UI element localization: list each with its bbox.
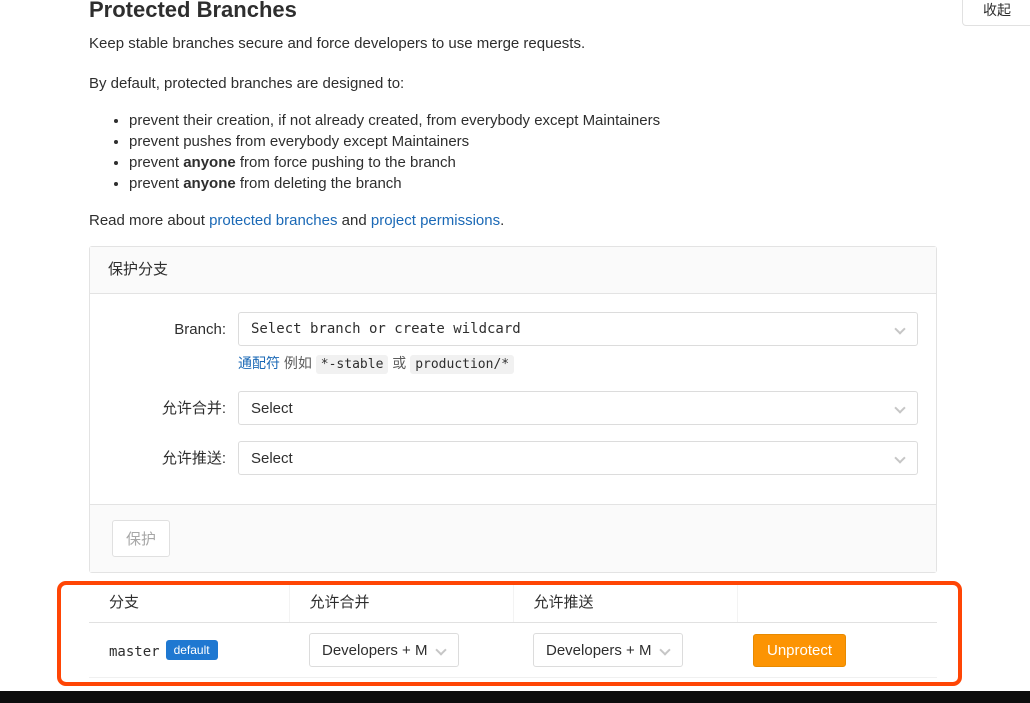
panel-header: 保护分支 [90,247,936,294]
allowed-to-push-label: 允许推送: [108,441,238,475]
bullet-item: prevent their creation, if not already c… [129,110,937,131]
chevron-down-icon [659,644,670,655]
intro-text: By default, protected branches are desig… [89,74,937,94]
section-subtitle: Keep stable branches secure and force de… [89,34,937,54]
allowed-to-push-select[interactable]: Select [238,441,918,475]
unprotect-button[interactable]: Unprotect [753,634,846,667]
branch-form-row: Branch: Select branch or create wildcard… [108,312,918,375]
allowed-to-push-form-row: 允许推送: Select [108,441,918,475]
wildcard-example-code: production/* [410,355,514,374]
chevron-down-icon [894,323,905,334]
bullet-item: prevent pushes from everybody except Mai… [129,131,937,152]
allowed-to-merge-form-row: 允许合并: Select [108,391,918,425]
branch-select[interactable]: Select branch or create wildcard [238,312,918,346]
table-header-row: 分支 允许合并 允许推送 [89,583,937,623]
page-title: Protected Branches [89,0,937,22]
protect-branch-panel: 保护分支 Branch: Select branch or create wil… [89,246,937,573]
protect-button[interactable]: 保护 [112,520,170,557]
read-more-text: Read more about protected branches and p… [89,211,937,231]
project-permissions-link[interactable]: project permissions [371,212,500,229]
design-bullet-list: prevent their creation, if not already c… [89,110,937,194]
bottom-black-bar [0,691,1030,703]
table-row: master default Developers + Mai… Develope… [89,623,937,678]
wildcard-hint: 通配符 例如 *-stable 或 production/* [238,353,918,375]
protected-branches-table: 分支 允许合并 允许推送 master default Developers + … [89,583,937,678]
protected-branches-section: Protected Branches Keep stable branches … [89,0,937,573]
collapse-section-button[interactable]: 收起 [962,0,1030,26]
panel-footer: 保护 [90,504,936,572]
column-header-allowed-to-push: 允许推送 [513,583,737,623]
chevron-down-icon [894,452,905,463]
bullet-item: prevent anyone from force pushing to the… [129,152,937,173]
default-badge: default [166,640,218,660]
chevron-down-icon [894,402,905,413]
branch-name: master [109,644,160,660]
protected-branches-link[interactable]: protected branches [209,212,337,229]
allowed-to-merge-select[interactable]: Select [238,391,918,425]
row-allowed-to-merge-select[interactable]: Developers + Mai… [309,633,459,667]
wildcard-link[interactable]: 通配符 [238,355,280,371]
column-header-branch: 分支 [89,583,289,623]
wildcard-example-code: *-stable [316,355,389,374]
bullet-item: prevent anyone from deleting the branch [129,173,937,194]
chevron-down-icon [435,644,446,655]
row-allowed-to-push-select[interactable]: Developers + Mai… [533,633,683,667]
allowed-to-merge-label: 允许合并: [108,391,238,425]
column-header-actions [737,583,937,623]
column-header-allowed-to-merge: 允许合并 [289,583,513,623]
branch-label: Branch: [108,312,238,375]
panel-body: Branch: Select branch or create wildcard… [90,294,936,504]
